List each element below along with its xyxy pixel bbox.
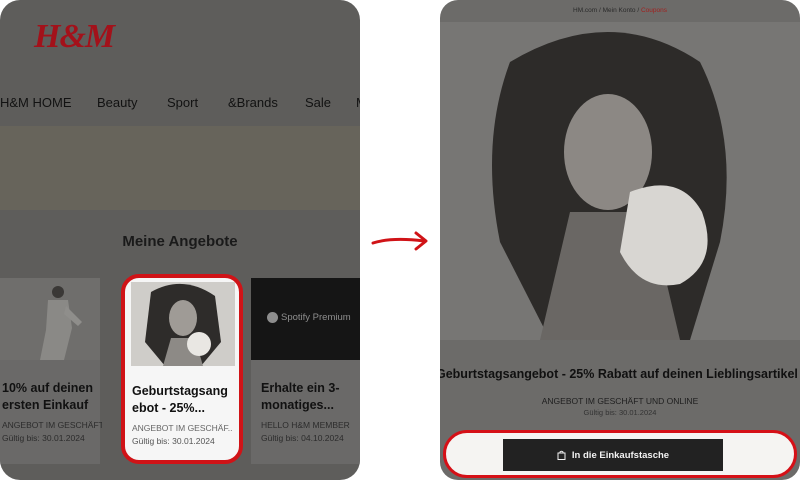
offer-card-image: [131, 282, 235, 366]
nav-item-hm-home[interactable]: H&M HOME: [0, 95, 72, 110]
hm-logo[interactable]: H&M: [34, 18, 115, 56]
coupon-validity: Gültig bis: 30.01.2024: [583, 408, 657, 417]
shopping-bag-icon: [557, 450, 566, 460]
breadcrumb-coupons: Coupons: [640, 7, 667, 14]
add-to-bag-button[interactable]: In die Einkaufstasche: [503, 439, 723, 471]
breadcrumb-hm[interactable]: HM.com: [573, 7, 597, 14]
coupon-title: Geburtstagsangebot - 25% Rabatt auf dein…: [440, 367, 798, 381]
offer-card-birthday[interactable]: Geburtstagsang ebot - 25%... ANGEBOT IM …: [121, 274, 243, 464]
section-title: Meine Angebote: [122, 233, 238, 250]
coupon-type: ANGEBOT IM GESCHÄFT UND ONLINE: [541, 396, 699, 406]
offer-card-first-purchase[interactable]: 10% auf deinen ersten Einkauf ANGEBOT IM…: [0, 278, 102, 464]
offer-card-validity: Gültig bis: 30.01.2024: [2, 433, 85, 443]
offers-screen: H&M H&M HOME Beauty Sport &Brands Sale M…: [0, 0, 360, 480]
offer-card-title: Geburtstagsang ebot - 25%...: [132, 384, 228, 415]
offer-card-validity: Gültig bis: 04.10.2024: [261, 433, 344, 443]
spotify-icon: [267, 312, 278, 323]
offer-card-image: Spotify Premium: [251, 278, 360, 360]
offer-card-type: ANGEBOT IM GESCHÄFT: [2, 420, 102, 430]
offer-card-type: HELLO H&M MEMBER: [261, 420, 350, 430]
offer-card-image: [0, 278, 100, 360]
add-to-bag-label: In die Einkaufstasche: [571, 449, 670, 461]
breadcrumb-account[interactable]: Mein Konto: [603, 7, 636, 14]
nav-item-more[interactable]: M: [356, 95, 360, 110]
coupon-detail-screen: HM.com / Mein Konto / Coupons Geburtstag…: [440, 0, 800, 480]
breadcrumb: HM.com / Mein Konto / Coupons: [573, 7, 667, 14]
offer-card-type: ANGEBOT IM GESCHÄF...: [132, 423, 232, 433]
offer-card-title: Erhalte ein 3- monatiges...: [261, 381, 340, 412]
offer-card-title: 10% auf deinen ersten Einkauf: [2, 381, 93, 412]
coupon-hero-image: [440, 22, 800, 340]
offer-card-validity: Gültig bis: 30.01.2024: [132, 436, 215, 446]
offer-card-spotify[interactable]: Spotify Premium Erhalte ein 3- monatiges…: [251, 278, 360, 464]
arrow-right-icon: [371, 231, 428, 251]
nav-item-sport[interactable]: Sport: [167, 95, 198, 110]
promo-banner: [0, 126, 360, 210]
nav-item-brands[interactable]: &Brands: [228, 95, 278, 110]
nav-item-sale[interactable]: Sale: [305, 95, 331, 110]
nav-item-beauty[interactable]: Beauty: [97, 95, 137, 110]
spotify-logo: Spotify Premium: [267, 312, 351, 323]
